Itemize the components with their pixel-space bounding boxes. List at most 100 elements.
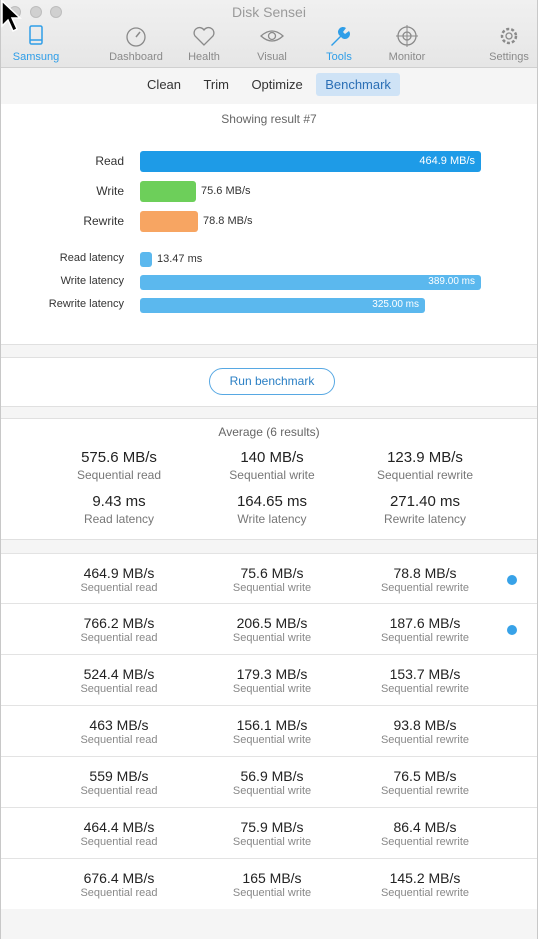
- avg-value: 164.65 ms: [236, 493, 308, 510]
- result-bar-row: Write 75.6 MB/s: [1, 181, 537, 203]
- result-value: 463 MB/s: [89, 717, 149, 733]
- tab-trim[interactable]: Trim: [194, 73, 238, 96]
- result-label: Sequential write: [232, 887, 312, 899]
- toolbar-label: Monitor: [388, 51, 426, 63]
- result-bar: [140, 181, 196, 202]
- result-cell-write: 75.9 MB/s Sequential write: [192, 819, 352, 848]
- result-cell-read: 766.2 MB/s Sequential read: [39, 615, 199, 644]
- bar-value: 389.00 ms: [428, 276, 475, 287]
- app-window: Disk Sensei Samsung Dashboard Health Vis…: [0, 0, 538, 939]
- result-cell-read: 676.4 MB/s Sequential read: [39, 870, 199, 899]
- result-label: Sequential rewrite: [380, 683, 470, 695]
- result-bar: 325.00 ms: [140, 298, 425, 313]
- result-bar: 464.9 MB/s: [140, 151, 481, 172]
- avg-rewrite-latency: 271.40 ms Rewrite latency: [340, 493, 510, 526]
- avg-sequential-write: 140 MB/s Sequential write: [187, 449, 357, 482]
- result-value: 187.6 MB/s: [389, 615, 461, 631]
- result-value: 75.9 MB/s: [240, 819, 304, 835]
- avg-label: Sequential read: [76, 468, 162, 482]
- app-title: Disk Sensei: [232, 4, 306, 20]
- result-label: Sequential write: [232, 836, 312, 848]
- result-cell-rewrite: 93.8 MB/s Sequential rewrite: [345, 717, 505, 746]
- result-value: 145.2 MB/s: [389, 870, 461, 886]
- result-bar: [140, 211, 198, 232]
- result-bar: [140, 252, 152, 267]
- result-label: Sequential read: [80, 632, 158, 644]
- bar-value: 325.00 ms: [372, 299, 419, 310]
- avg-write-latency: 164.65 ms Write latency: [187, 493, 357, 526]
- result-bar-row: Read 464.9 MB/s: [1, 151, 537, 173]
- result-label: Sequential write: [232, 632, 312, 644]
- result-cell-rewrite: 187.6 MB/s Sequential rewrite: [345, 615, 505, 644]
- result-value: 76.5 MB/s: [393, 768, 457, 784]
- avg-value: 9.43 ms: [92, 493, 146, 510]
- result-cell-read: 463 MB/s Sequential read: [39, 717, 199, 746]
- toolbar-label: Tools: [326, 51, 352, 63]
- result-row[interactable]: 464.4 MB/s Sequential read 75.9 MB/s Sequen…: [1, 808, 537, 859]
- result-bar: 389.00 ms: [140, 275, 481, 290]
- result-label: Sequential rewrite: [380, 734, 470, 746]
- tab-optimize[interactable]: Optimize: [242, 73, 311, 96]
- toolbar-settings[interactable]: Settings: [474, 24, 538, 63]
- result-label: Sequential rewrite: [380, 582, 470, 594]
- result-row[interactable]: 766.2 MB/s Sequential read 206.5 MB/s Seque…: [1, 604, 537, 655]
- result-row[interactable]: 559 MB/s Sequential read 56.9 MB/s Sequenti…: [1, 757, 537, 808]
- avg-label: Rewrite latency: [383, 512, 467, 526]
- result-cell-rewrite: 76.5 MB/s Sequential rewrite: [345, 768, 505, 797]
- result-row[interactable]: 524.4 MB/s Sequential read 179.3 MB/s Seque…: [1, 655, 537, 706]
- mouse-cursor-icon: [1, 0, 22, 33]
- bar-value: 13.47 ms: [157, 253, 203, 265]
- result-cell-write: 179.3 MB/s Sequential write: [192, 666, 352, 695]
- result-bar-row: Read latency 13.47 ms: [1, 252, 537, 274]
- tab-clean[interactable]: Clean: [138, 73, 190, 96]
- tab-benchmark[interactable]: Benchmark: [316, 73, 400, 96]
- result-cell-rewrite: 78.8 MB/s Sequential rewrite: [345, 565, 505, 594]
- toolbar-visual[interactable]: Visual: [237, 24, 307, 63]
- toolbar-dashboard[interactable]: Dashboard: [101, 24, 171, 63]
- result-marker-dot: [507, 575, 517, 585]
- avg-read-latency: 9.43 ms Read latency: [34, 493, 204, 526]
- result-label: Sequential rewrite: [380, 836, 470, 848]
- toolbar-label: Samsung: [12, 51, 60, 63]
- bar-label: Read latency: [59, 252, 124, 264]
- result-row[interactable]: 464.9 MB/s Sequential read 75.6 MB/s Sequen…: [1, 553, 537, 604]
- avg-value: 140 MB/s: [240, 449, 304, 466]
- result-bar-row: Rewrite 78.8 MB/s: [1, 211, 537, 233]
- result-label: Sequential write: [232, 734, 312, 746]
- bar-label: Write: [96, 184, 124, 198]
- toolbar-tools[interactable]: Tools: [304, 24, 374, 63]
- result-cell-rewrite: 153.7 MB/s Sequential rewrite: [345, 666, 505, 695]
- avg-label: Sequential rewrite: [376, 468, 474, 482]
- result-value: 464.4 MB/s: [83, 819, 155, 835]
- result-cell-write: 206.5 MB/s Sequential write: [192, 615, 352, 644]
- average-title: Average (6 results): [218, 425, 320, 439]
- result-row[interactable]: 463 MB/s Sequential read 156.1 MB/s Sequent…: [1, 706, 537, 757]
- result-cell-rewrite: 145.2 MB/s Sequential rewrite: [345, 870, 505, 899]
- bar-label: Rewrite: [83, 214, 124, 228]
- avg-sequential-rewrite: 123.9 MB/s Sequential rewrite: [340, 449, 510, 482]
- bar-label: Read: [95, 154, 124, 168]
- toolbar-monitor[interactable]: Monitor: [372, 24, 442, 63]
- avg-value: 123.9 MB/s: [387, 449, 463, 466]
- toolbar-health[interactable]: Health: [169, 24, 239, 63]
- result-bar-row: Write latency 389.00 ms: [1, 275, 537, 297]
- result-value: 179.3 MB/s: [236, 666, 308, 682]
- result-label: Sequential rewrite: [380, 632, 470, 644]
- result-label: Sequential read: [80, 582, 158, 594]
- avg-value: 271.40 ms: [389, 493, 461, 510]
- result-row[interactable]: 676.4 MB/s Sequential read 165 MB/s Sequent…: [1, 859, 537, 910]
- result-cell-write: 165 MB/s Sequential write: [192, 870, 352, 899]
- showing-result-label: Showing result #7: [221, 112, 317, 126]
- run-benchmark-button[interactable]: Run benchmark: [209, 368, 335, 395]
- tool-tabs: Clean Trim Optimize Benchmark: [1, 73, 537, 99]
- result-marker-dot: [507, 625, 517, 635]
- result-cell-write: 56.9 MB/s Sequential write: [192, 768, 352, 797]
- result-value: 153.7 MB/s: [389, 666, 461, 682]
- result-label: Sequential rewrite: [380, 785, 470, 797]
- drive-icon: [29, 25, 43, 45]
- toolbar-label: Dashboard: [109, 51, 163, 63]
- avg-label: Sequential write: [229, 468, 315, 482]
- result-value: 165 MB/s: [242, 870, 302, 886]
- result-label: Sequential read: [80, 785, 158, 797]
- toolbar: Disk Sensei Samsung Dashboard Health Vis…: [1, 0, 537, 68]
